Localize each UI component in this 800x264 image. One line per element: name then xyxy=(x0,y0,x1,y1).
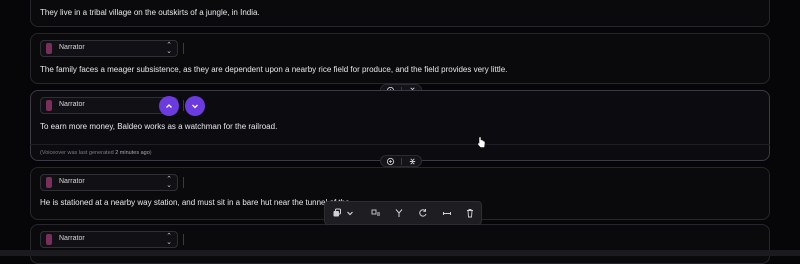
divider xyxy=(183,100,184,111)
voice-color-swatch xyxy=(46,234,52,245)
block-toolbar xyxy=(324,201,482,225)
select-arrows-icon: ⌃⌄ xyxy=(166,176,172,189)
speaker-label: Narrator xyxy=(59,101,85,108)
block-separator xyxy=(30,144,770,145)
swap-icon[interactable] xyxy=(371,208,381,218)
block-text[interactable]: He is stationed at a nearby way station,… xyxy=(40,198,350,207)
regenerate-icon[interactable] xyxy=(418,208,428,218)
voiceover-status: (Voiceover was last generated 2 minutes … xyxy=(40,150,152,156)
script-block[interactable]: Narrator ⌃ ⌄ xyxy=(30,224,770,264)
voice-color-swatch xyxy=(46,43,52,54)
speaker-select[interactable]: Narrator ⌃⌄ xyxy=(40,174,178,191)
script-block[interactable]: They live in a tribal village on the out… xyxy=(30,0,770,27)
speaker-label: Narrator xyxy=(59,178,85,185)
speaker-select[interactable]: Narrator ⌃⌄ xyxy=(40,40,178,57)
voice-color-swatch xyxy=(46,100,52,111)
voiceover-status-prefix: (Voiceover was last generated xyxy=(40,150,114,156)
chevron-down-icon[interactable] xyxy=(345,208,355,218)
voiceover-status-suffix: ) xyxy=(149,150,152,156)
split-icon[interactable] xyxy=(408,157,417,166)
delete-icon[interactable] xyxy=(465,208,475,218)
speaker-label: Narrator xyxy=(59,44,85,51)
move-up-button[interactable] xyxy=(159,96,179,116)
add-circle-icon[interactable] xyxy=(386,157,395,166)
pause-icon[interactable] xyxy=(442,208,452,218)
voice-color-swatch xyxy=(46,177,52,188)
script-block-active[interactable]: Narrator ⌃⌄ To earn more money, Baldeo w… xyxy=(30,90,770,161)
select-arrows-icon: ⌃⌄ xyxy=(166,233,172,246)
mouse-cursor-icon xyxy=(477,136,486,148)
bottom-panel-edge xyxy=(0,250,800,256)
voiceover-status-time: 2 minutes ago xyxy=(115,150,150,156)
chevron-down-icon xyxy=(192,104,198,109)
speaker-select[interactable]: Narrator ⌃⌄ xyxy=(40,231,178,248)
speaker-select[interactable]: Narrator ⌃⌄ xyxy=(40,97,178,114)
script-block[interactable]: Narrator ⌃ ⌄ The family faces a meager su… xyxy=(30,33,770,84)
divider xyxy=(183,43,184,54)
speaker-label: Narrator xyxy=(59,235,85,242)
copy-icon[interactable] xyxy=(332,208,342,218)
divider xyxy=(183,234,184,245)
block-text[interactable]: The family faces a meager subsistence, a… xyxy=(40,65,507,74)
chevron-up-icon xyxy=(166,104,172,108)
select-arrows-icon: ⌃⌄ xyxy=(166,42,172,55)
move-down-button[interactable] xyxy=(185,96,205,116)
insert-controls xyxy=(380,155,422,167)
branch-icon[interactable] xyxy=(394,208,404,218)
divider xyxy=(183,177,184,188)
block-text[interactable]: They live in a tribal village on the out… xyxy=(40,8,260,17)
block-text[interactable]: To earn more money, Baldeo works as a wa… xyxy=(40,122,277,131)
